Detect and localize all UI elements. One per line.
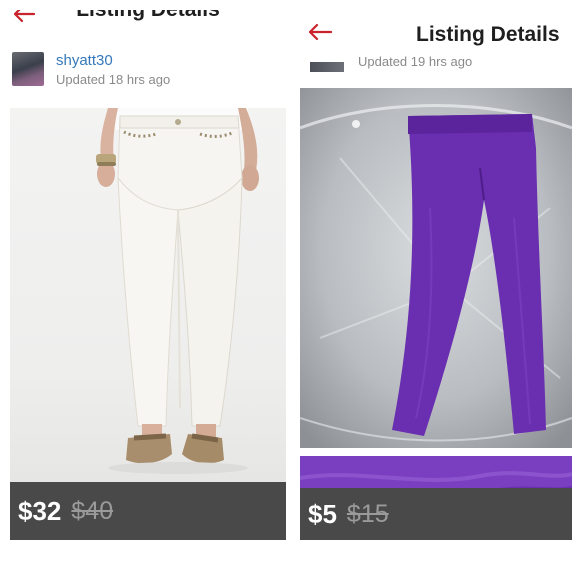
original-price: $15 — [346, 499, 389, 528]
current-price: $5 — [308, 498, 337, 529]
white-jeans-image — [96, 108, 259, 474]
header-bar: Listing Details — [10, 10, 286, 32]
page-title: Listing Details — [416, 23, 560, 46]
listing-panel-right: Listing Details Updated 19 hrs ago $5 $1… — [300, 10, 572, 540]
updated-timestamp: Updated 18 hrs ago — [56, 72, 171, 87]
seller-row[interactable]: Updated 19 hrs ago — [300, 54, 572, 84]
updated-timestamp: Updated 19 hrs ago — [358, 54, 473, 69]
original-price: $40 — [71, 496, 114, 525]
current-price: $32 — [18, 495, 62, 526]
avatar[interactable] — [12, 52, 44, 86]
seller-row[interactable]: shyatt30 Updated 18 hrs ago — [10, 38, 286, 108]
price-bar: $32 $40 — [10, 482, 286, 540]
avatar[interactable] — [310, 62, 344, 72]
back-arrow-icon[interactable] — [306, 18, 334, 46]
listing-panel-left: Listing Details shyatt30 Updated 18 hrs … — [10, 10, 286, 540]
back-arrow-icon[interactable] — [10, 10, 38, 28]
page-title: Listing Details — [76, 10, 220, 22]
header-bar: Listing Details — [300, 10, 572, 58]
product-photo[interactable] — [10, 108, 286, 482]
purple-leggings-image — [300, 88, 572, 510]
seller-username[interactable]: shyatt30 — [56, 52, 113, 69]
product-photo[interactable] — [300, 88, 572, 510]
price-bar: $5 $15 — [300, 488, 572, 540]
